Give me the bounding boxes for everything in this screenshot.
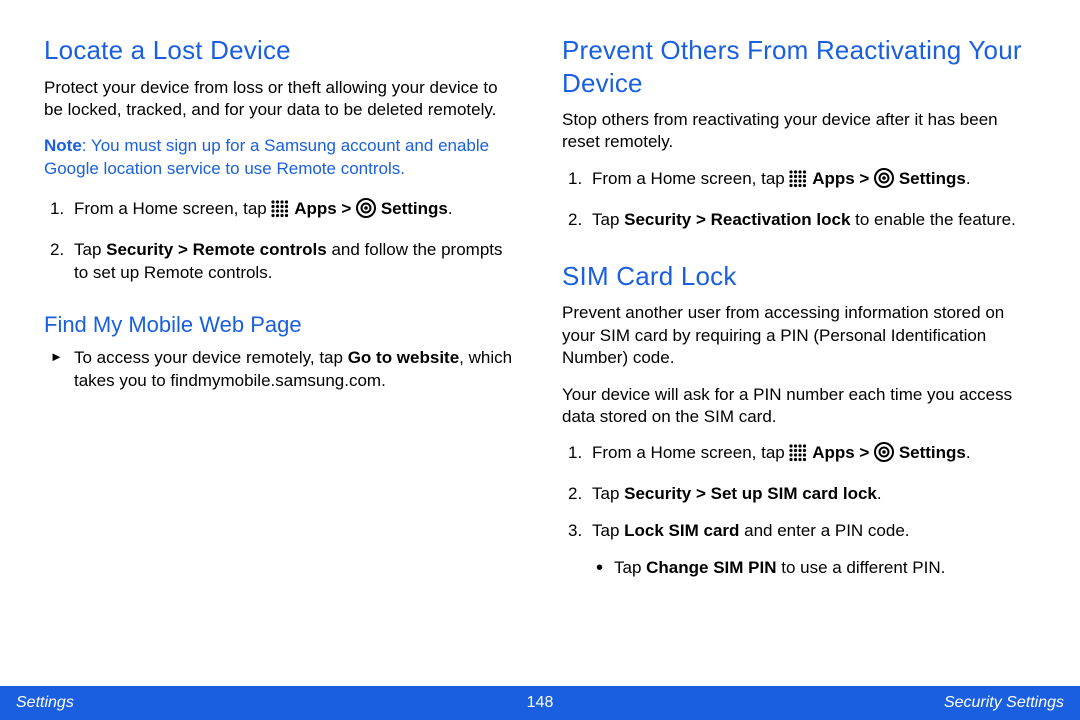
findmymobile-url-text: findmymobile.samsung.com — [170, 371, 381, 390]
sim-step-1: From a Home screen, tap Apps > Settings. — [562, 442, 1036, 469]
heading-sim-card-lock: SIM Card Lock — [562, 260, 1036, 293]
sim-intro-text-1: Prevent another user from accessing info… — [562, 302, 1036, 369]
prevent-step-2: Tap Security > Reactivation lock to enab… — [562, 209, 1036, 232]
security-reactivation-lock-label: Security > Reactivation lock — [624, 210, 850, 229]
sim-steps-list: From a Home screen, tap Apps > Settings.… — [562, 442, 1036, 543]
apps-icon — [789, 170, 807, 195]
gear-icon — [874, 168, 894, 195]
apps-icon — [271, 200, 289, 225]
locate-step-1: From a Home screen, tap Apps > Settings. — [44, 198, 518, 225]
apps-label: Apps > — [812, 169, 874, 188]
heading-locate-lost-device: Locate a Lost Device — [44, 34, 518, 67]
left-column: Locate a Lost Device Protect your device… — [44, 34, 518, 594]
note-body: : You must sign up for a Samsung account… — [44, 136, 489, 177]
step-text-end: . — [877, 484, 882, 503]
heading-prevent-reactivating: Prevent Others From Reactivating Your De… — [562, 34, 1036, 99]
prevent-intro-text: Stop others from reactivating your devic… — [562, 109, 1036, 154]
locate-step-2: Tap Security > Remote controls and follo… — [44, 239, 518, 285]
bullet-text: Tap — [614, 558, 646, 577]
sim-step-2: Tap Security > Set up SIM card lock. — [562, 483, 1036, 506]
step-text-end: . — [448, 199, 453, 218]
page-footer: Settings 148 Security Settings — [0, 686, 1080, 720]
arrow-text-end: . — [381, 371, 386, 390]
step-text: From a Home screen, tap — [74, 199, 271, 218]
step-text: Tap — [592, 521, 624, 540]
settings-label: Settings — [899, 169, 966, 188]
sim-step-3: Tap Lock SIM card and enter a PIN code. — [562, 520, 1036, 543]
apps-icon — [789, 444, 807, 469]
page-number: 148 — [527, 694, 554, 712]
footer-left-label: Settings — [16, 694, 74, 712]
step-text-end: and enter a PIN code. — [739, 521, 909, 540]
step-text: Tap — [74, 240, 106, 259]
apps-label: Apps > — [294, 199, 356, 218]
right-column: Prevent Others From Reactivating Your De… — [562, 34, 1036, 594]
step-text-end: . — [966, 169, 971, 188]
gear-icon — [356, 198, 376, 225]
gear-icon — [874, 442, 894, 469]
lock-sim-card-label: Lock SIM card — [624, 521, 739, 540]
footer-right-label: Security Settings — [944, 694, 1064, 712]
settings-label: Settings — [899, 443, 966, 462]
change-sim-pin-label: Change SIM PIN — [646, 558, 776, 577]
settings-label: Settings — [381, 199, 448, 218]
step-text-end: to enable the feature. — [850, 210, 1015, 229]
step-text: From a Home screen, tap — [592, 443, 789, 462]
prevent-steps-list: From a Home screen, tap Apps > Settings.… — [562, 168, 1036, 232]
security-setup-sim-lock-label: Security > Set up SIM card lock — [624, 484, 877, 503]
note-label: Note — [44, 136, 82, 155]
prevent-step-1: From a Home screen, tap Apps > Settings. — [562, 168, 1036, 195]
security-remote-controls-label: Security > Remote controls — [106, 240, 327, 259]
find-my-mobile-item: To access your device remotely, tap Go t… — [44, 347, 518, 393]
content-columns: Locate a Lost Device Protect your device… — [44, 34, 1036, 594]
bullet-text-end: to use a different PIN. — [777, 558, 946, 577]
locate-intro-text: Protect your device from loss or theft a… — [44, 77, 518, 122]
page: Locate a Lost Device Protect your device… — [0, 0, 1080, 720]
heading-find-my-mobile: Find My Mobile Web Page — [44, 311, 518, 339]
step-text-end: . — [966, 443, 971, 462]
sim-sub-bullet: Tap Change SIM PIN to use a different PI… — [562, 557, 1036, 580]
arrow-text: To access your device remotely, tap — [74, 348, 348, 367]
apps-label: Apps > — [812, 443, 874, 462]
go-to-website-label: Go to website — [348, 348, 459, 367]
locate-note-text: Note: You must sign up for a Samsung acc… — [44, 135, 518, 180]
step-text: Tap — [592, 484, 624, 503]
step-text: Tap — [592, 210, 624, 229]
sim-intro-text-2: Your device will ask for a PIN number ea… — [562, 384, 1036, 429]
step-text: From a Home screen, tap — [592, 169, 789, 188]
locate-steps-list: From a Home screen, tap Apps > Settings.… — [44, 198, 518, 285]
